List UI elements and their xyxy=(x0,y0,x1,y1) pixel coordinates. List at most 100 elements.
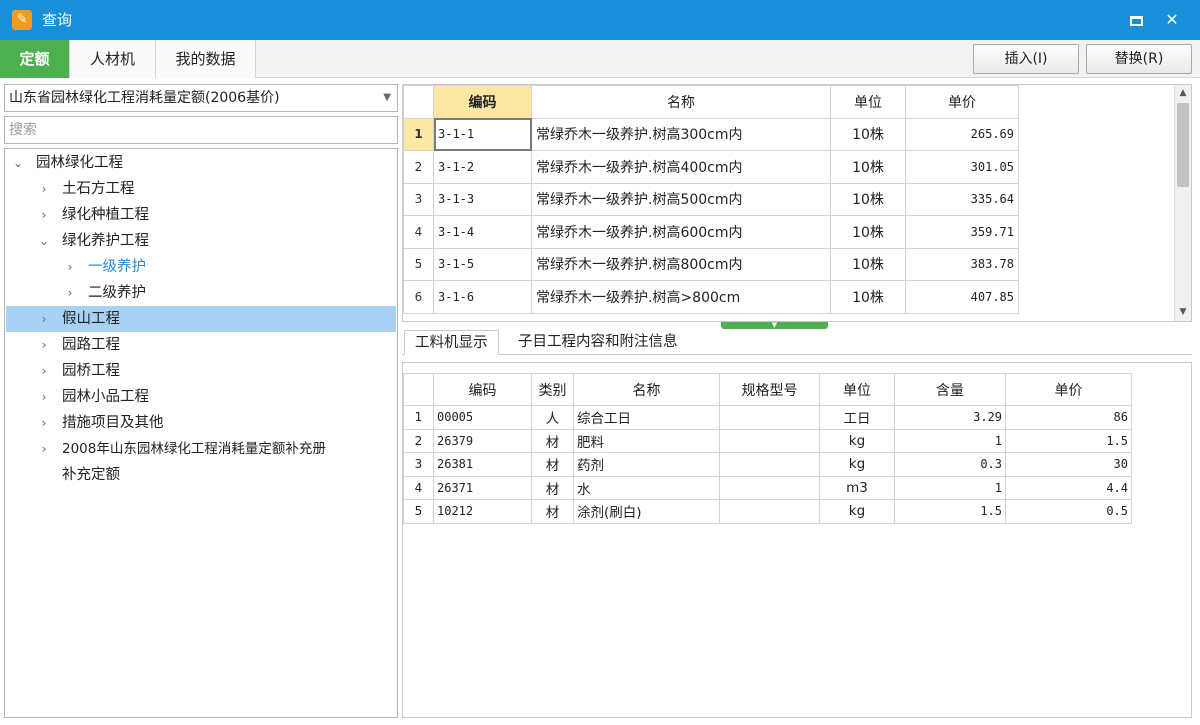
maximize-icon[interactable] xyxy=(1124,8,1148,32)
chevron-right-icon[interactable]: › xyxy=(37,384,51,410)
tab-my-data[interactable]: 我的数据 xyxy=(156,40,256,78)
cell-name[interactable]: 常绿乔木一级养护.树高400cm内 xyxy=(531,150,831,184)
vertical-scrollbar[interactable]: ▲ ▼ xyxy=(1174,85,1191,321)
cell-name[interactable]: 常绿乔木一级养护.树高300cm内 xyxy=(531,117,831,151)
cell-spec[interactable] xyxy=(719,499,820,524)
table-row[interactable]: 1 3-1-1 常绿乔木一级养护.树高300cm内 10株 265.69 xyxy=(403,117,1019,151)
column-header-price[interactable]: 单价 xyxy=(1005,373,1132,406)
cell-code[interactable]: 3-1-5 xyxy=(433,247,532,281)
tree-node-small-features[interactable]: › 园林小品工程 xyxy=(6,384,396,410)
cell-spec[interactable] xyxy=(719,405,820,430)
cell-unit[interactable]: m3 xyxy=(819,475,895,500)
cell-code[interactable]: 26371 xyxy=(433,475,532,500)
table-row[interactable]: 4 3-1-4 常绿乔木一级养护.树高600cm内 10株 359.71 xyxy=(403,215,1019,249)
chevron-right-icon[interactable]: › xyxy=(63,254,77,280)
tree-node-supplementary-quota[interactable]: 补充定额 xyxy=(6,462,396,488)
tree-node-level1-maintenance[interactable]: › 一级养护 xyxy=(6,254,396,280)
tree-node-garden-road[interactable]: › 园路工程 xyxy=(6,332,396,358)
cell-price[interactable]: 1.5 xyxy=(1005,428,1132,453)
cell-unit[interactable]: 10株 xyxy=(830,182,906,216)
cell-name[interactable]: 综合工日 xyxy=(573,405,720,430)
table-row[interactable]: 4 26371 材 水 m3 1 4.4 xyxy=(403,475,1132,500)
column-header-type[interactable]: 类别 xyxy=(531,373,574,406)
column-header-unit[interactable]: 单位 xyxy=(830,85,906,119)
insert-button[interactable]: 插入(I) xyxy=(973,44,1079,74)
scrollbar-thumb[interactable] xyxy=(1177,103,1189,187)
cell-code[interactable]: 3-1-6 xyxy=(433,280,532,314)
chevron-down-icon[interactable]: ⌄ xyxy=(37,228,51,254)
table-row[interactable]: 3 26381 材 药剂 kg 0.3 30 xyxy=(403,452,1132,477)
cell-price[interactable]: 301.05 xyxy=(905,150,1019,184)
tree-node-rockery[interactable]: › 假山工程 xyxy=(6,306,396,332)
cell-spec[interactable] xyxy=(719,428,820,453)
table-row[interactable]: 2 3-1-2 常绿乔木一级养护.树高400cm内 10株 301.05 xyxy=(403,150,1019,184)
table-row[interactable]: 5 3-1-5 常绿乔木一级养护.树高800cm内 10株 383.78 xyxy=(403,247,1019,281)
cell-unit[interactable]: 10株 xyxy=(830,117,906,151)
close-icon[interactable]: ✕ xyxy=(1160,8,1184,32)
column-header-unit[interactable]: 单位 xyxy=(819,373,895,406)
replace-button[interactable]: 替换(R) xyxy=(1086,44,1192,74)
cell-price[interactable]: 383.78 xyxy=(905,247,1019,281)
scroll-up-icon[interactable]: ▲ xyxy=(1175,85,1191,102)
column-header-price[interactable]: 单价 xyxy=(905,85,1019,119)
column-header-name[interactable]: 名称 xyxy=(531,85,831,119)
cell-name[interactable]: 水 xyxy=(573,475,720,500)
tree-node-2008-supplement[interactable]: › 2008年山东园林绿化工程消耗量定额补充册 xyxy=(6,436,396,462)
cell-type[interactable]: 材 xyxy=(531,499,574,524)
column-header-quantity[interactable]: 含量 xyxy=(894,373,1006,406)
cell-spec[interactable] xyxy=(719,475,820,500)
cell-price[interactable]: 86 xyxy=(1005,405,1132,430)
search-input[interactable] xyxy=(4,116,398,144)
cell-name[interactable]: 常绿乔木一级养护.树高600cm内 xyxy=(531,215,831,249)
chevron-right-icon[interactable]: › xyxy=(37,410,51,436)
cell-type[interactable]: 材 xyxy=(531,428,574,453)
chevron-right-icon[interactable]: › xyxy=(37,306,51,332)
cell-code[interactable]: 26381 xyxy=(433,452,532,477)
cell-code[interactable]: 3-1-2 xyxy=(433,150,532,184)
cell-name[interactable]: 药剂 xyxy=(573,452,720,477)
cell-type[interactable]: 人 xyxy=(531,405,574,430)
cell-spec[interactable] xyxy=(719,452,820,477)
cell-code[interactable]: 3-1-4 xyxy=(433,215,532,249)
panel-splitter-handle[interactable]: ▼ xyxy=(721,322,828,329)
table-row[interactable]: 5 10212 材 涂剂(刷白) kg 1.5 0.5 xyxy=(403,499,1132,524)
cell-quantity[interactable]: 1 xyxy=(894,475,1006,500)
table-row[interactable]: 3 3-1-3 常绿乔木一级养护.树高500cm内 10株 335.64 xyxy=(403,182,1019,216)
cell-name[interactable]: 肥料 xyxy=(573,428,720,453)
tree-node-level2-maintenance[interactable]: › 二级养护 xyxy=(6,280,396,306)
tree-node-landscape-engineering[interactable]: ⌄ 园林绿化工程 xyxy=(6,150,396,176)
chevron-down-icon[interactable]: ⌄ xyxy=(11,150,25,176)
tree-node-earthwork[interactable]: › 土石方工程 xyxy=(6,176,396,202)
tab-quota[interactable]: 定额 xyxy=(0,40,70,78)
cell-quantity[interactable]: 0.3 xyxy=(894,452,1006,477)
library-select[interactable]: 山东省园林绿化工程消耗量定额(2006基价) ▼ xyxy=(4,84,398,112)
cell-name[interactable]: 涂剂(刷白) xyxy=(573,499,720,524)
cell-code[interactable]: 3-1-3 xyxy=(433,182,532,216)
chevron-right-icon[interactable]: › xyxy=(37,202,51,228)
cell-code[interactable]: 10212 xyxy=(433,499,532,524)
tab-work-content-notes[interactable]: 子目工程内容和附注信息 xyxy=(508,330,688,355)
cell-unit[interactable]: kg xyxy=(819,452,895,477)
cell-unit[interactable]: 10株 xyxy=(830,247,906,281)
cell-unit[interactable]: kg xyxy=(819,499,895,524)
cell-quantity[interactable]: 1 xyxy=(894,428,1006,453)
cell-code[interactable]: 00005 xyxy=(433,405,532,430)
cell-unit[interactable]: 10株 xyxy=(830,150,906,184)
tree-node-measures-other[interactable]: › 措施项目及其他 xyxy=(6,410,396,436)
cell-quantity[interactable]: 3.29 xyxy=(894,405,1006,430)
cell-name[interactable]: 常绿乔木一级养护.树高>800cm xyxy=(531,280,831,314)
column-header-code[interactable]: 编码 xyxy=(433,85,532,119)
tree-node-maintenance[interactable]: ⌄ 绿化养护工程 xyxy=(6,228,396,254)
tab-material-display[interactable]: 工料机显示 xyxy=(404,330,499,355)
table-row[interactable]: 6 3-1-6 常绿乔木一级养护.树高>800cm 10株 407.85 xyxy=(403,280,1019,314)
chevron-right-icon[interactable]: › xyxy=(37,176,51,202)
chevron-right-icon[interactable]: › xyxy=(37,436,51,462)
cell-name[interactable]: 常绿乔木一级养护.树高500cm内 xyxy=(531,182,831,216)
cell-price[interactable]: 0.5 xyxy=(1005,499,1132,524)
cell-unit[interactable]: 10株 xyxy=(830,215,906,249)
column-header-spec[interactable]: 规格型号 xyxy=(719,373,820,406)
cell-unit[interactable]: kg xyxy=(819,428,895,453)
chevron-right-icon[interactable]: › xyxy=(37,332,51,358)
column-header-code[interactable]: 编码 xyxy=(433,373,532,406)
tree-node-garden-bridge[interactable]: › 园桥工程 xyxy=(6,358,396,384)
